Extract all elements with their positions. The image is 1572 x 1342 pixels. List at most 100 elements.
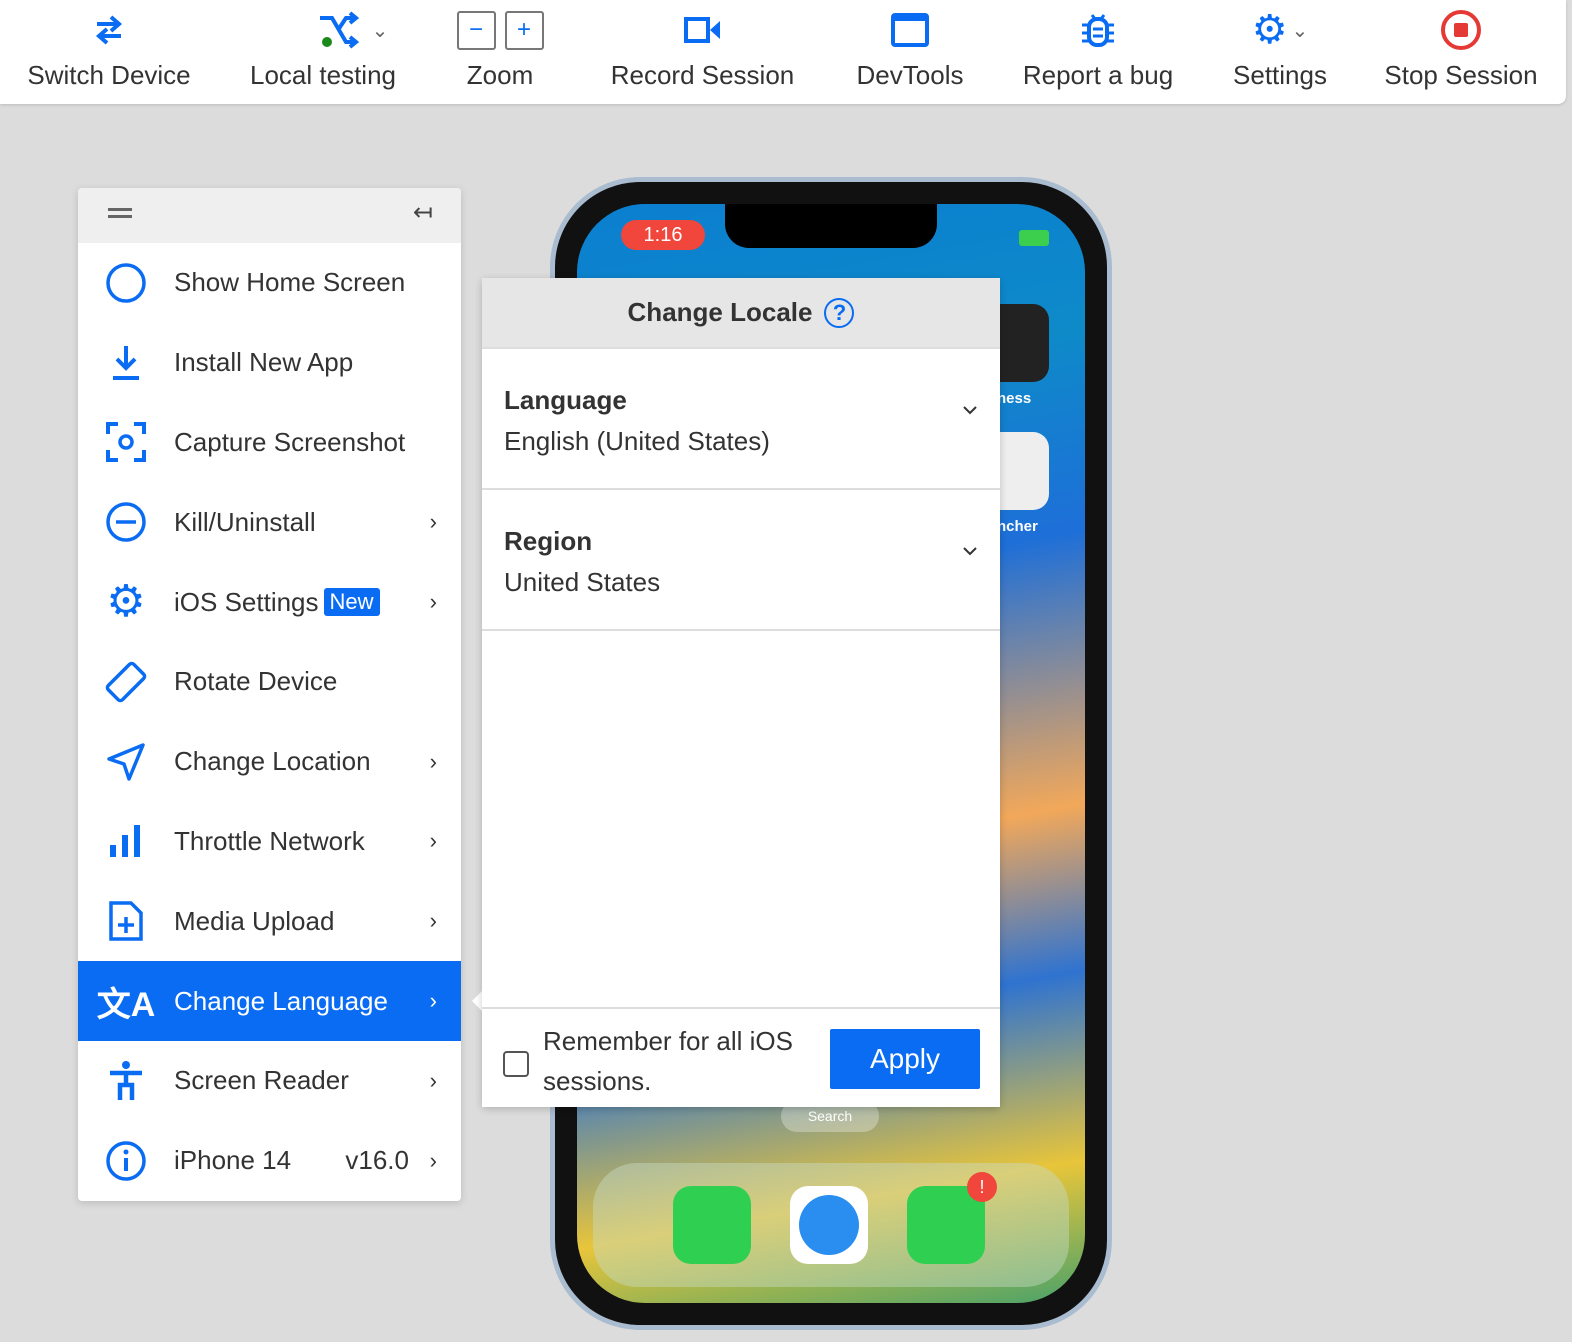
- chevron-right-icon: ›: [429, 1067, 437, 1093]
- dock: !: [593, 1163, 1069, 1287]
- menu-item-media-upload[interactable]: Media Upload ›: [78, 881, 461, 961]
- switch-arrows-icon: [95, 15, 123, 45]
- menu-item-label: Show Home Screen: [174, 267, 406, 298]
- minus-circle-icon: [78, 501, 174, 543]
- new-badge: New: [323, 588, 380, 617]
- menu-item-label: iOS Settings: [174, 586, 319, 617]
- report-bug-button[interactable]: Report a bug: [1015, 0, 1181, 104]
- apply-button[interactable]: Apply: [830, 1029, 980, 1089]
- launcher-app-icon[interactable]: [999, 432, 1049, 510]
- region-select[interactable]: Region United States: [482, 490, 1000, 631]
- menu-item-throttle-network[interactable]: Throttle Network ›: [78, 802, 461, 882]
- region-label: Region: [504, 526, 593, 556]
- menu-item-label: Media Upload: [174, 905, 335, 936]
- menu-item-show-home-screen[interactable]: Show Home Screen: [78, 243, 461, 323]
- menu-item-rotate-device[interactable]: Rotate Device: [78, 642, 461, 722]
- report-bug-label: Report a bug: [1022, 60, 1174, 90]
- menu-item-kill-uninstall[interactable]: Kill/Uninstall ›: [78, 482, 461, 562]
- settings-button[interactable]: ⚙ ⌄ Settings: [1225, 0, 1335, 104]
- chevron-right-icon: ›: [429, 1147, 437, 1173]
- record-session-button[interactable]: Record Session: [600, 0, 805, 104]
- chevron-right-icon: ›: [429, 589, 437, 615]
- menu-item-change-language[interactable]: 文A Change Language ›: [78, 961, 461, 1041]
- chevron-right-icon: ›: [429, 748, 437, 774]
- chevron-right-icon: ›: [429, 509, 437, 535]
- zoom-out-button[interactable]: −: [456, 10, 496, 50]
- devtools-button[interactable]: DevTools: [850, 0, 970, 104]
- notch: [725, 204, 937, 248]
- chevron-down-icon[interactable]: ⌄: [372, 18, 389, 43]
- menu-item-label: Capture Screenshot: [174, 426, 406, 457]
- chevron-down-icon: [963, 547, 977, 556]
- bug-icon: [1082, 14, 1114, 47]
- messages-app-icon[interactable]: !: [907, 1172, 997, 1264]
- devtools-label: DevTools: [856, 60, 964, 90]
- translate-icon: 文A: [96, 985, 156, 1024]
- circle-icon: [78, 262, 174, 304]
- language-label: Language: [504, 385, 627, 415]
- location-arrow-icon: [78, 742, 174, 782]
- zoom-label: Zoom: [466, 60, 534, 90]
- record-session-label: Record Session: [610, 60, 795, 90]
- menu-item-change-location[interactable]: Change Location ›: [78, 722, 461, 802]
- stop-session-button[interactable]: Stop Session: [1380, 0, 1542, 104]
- shuffle-icon: [319, 11, 359, 49]
- change-locale-popup: Change Locale ? Language English (United…: [482, 278, 1000, 1107]
- stop-session-label: Stop Session: [1384, 60, 1538, 90]
- switch-device-label: Switch Device: [27, 60, 191, 90]
- language-select[interactable]: Language English (United States): [482, 349, 1000, 490]
- hamburger-icon[interactable]: [108, 208, 132, 218]
- signal-bars-icon: [78, 823, 174, 859]
- menu-item-label: Screen Reader: [174, 1065, 349, 1096]
- menu-item-label: Throttle Network: [174, 825, 365, 856]
- rotate-icon: [78, 658, 174, 706]
- zoom-control: − + Zoom: [450, 0, 550, 104]
- info-icon: [78, 1140, 174, 1182]
- menu-item-label: Rotate Device: [174, 666, 338, 697]
- menu-item-label: Change Location: [174, 746, 371, 777]
- screenshot-icon: [78, 422, 174, 463]
- battery-icon: [1019, 230, 1049, 246]
- launcher-app-label: ncher: [997, 518, 1038, 535]
- remember-label: Remember for all iOS sessions.: [543, 1026, 793, 1096]
- switch-device-button[interactable]: Switch Device: [20, 0, 198, 104]
- menu-item-install-new-app[interactable]: Install New App: [78, 323, 461, 403]
- help-icon[interactable]: ?: [824, 297, 855, 328]
- menu-item-label: Kill/Uninstall: [174, 506, 316, 537]
- safari-app-icon[interactable]: [790, 1186, 868, 1264]
- settings-label: Settings: [1233, 60, 1327, 90]
- notification-badge: !: [967, 1172, 997, 1202]
- zoom-in-button[interactable]: +: [504, 10, 544, 50]
- chevron-right-icon: ›: [429, 828, 437, 854]
- gear-icon: ⚙: [1251, 8, 1288, 52]
- stop-icon: [1441, 10, 1481, 50]
- accessibility-icon: [78, 1060, 174, 1102]
- collapse-icon[interactable]: ↤: [413, 198, 433, 227]
- menu-item-iphone-14[interactable]: iPhone 14 v16.0 ›: [78, 1121, 461, 1201]
- fitness-app-icon[interactable]: [999, 304, 1049, 382]
- popup-title: Change Locale: [627, 297, 813, 327]
- chevron-right-icon: ›: [429, 988, 437, 1014]
- menu-item-capture-screenshot[interactable]: Capture Screenshot: [78, 403, 461, 483]
- search-label: Search: [807, 1108, 853, 1124]
- chevron-down-icon: [963, 406, 977, 415]
- status-time: 1:16: [621, 220, 705, 250]
- menu-item-screen-reader[interactable]: Screen Reader ›: [78, 1041, 461, 1121]
- menu-item-ios-settings[interactable]: ⚙ iOS Settings New ›: [78, 562, 461, 642]
- menu-item-label: Install New App: [174, 347, 354, 378]
- os-version: v16.0: [345, 1145, 409, 1176]
- chevron-down-icon[interactable]: ⌄: [1292, 18, 1309, 43]
- video-camera-icon: [683, 17, 720, 43]
- local-testing-label: Local testing: [250, 60, 396, 90]
- language-value: English (United States): [504, 426, 770, 456]
- toolbar: Switch Device ⌄ Local testing − + Zoom R…: [0, 0, 1566, 104]
- window-icon: [891, 13, 929, 47]
- region-value: United States: [504, 567, 661, 597]
- menu-item-label: Change Language: [174, 985, 388, 1016]
- phone-app-icon[interactable]: [673, 1186, 751, 1264]
- local-testing-button[interactable]: ⌄ Local testing: [240, 0, 406, 104]
- remember-checkbox[interactable]: [503, 1051, 529, 1077]
- fitness-app-label: ness: [997, 390, 1032, 407]
- gear-icon: ⚙: [106, 577, 146, 627]
- download-icon: [78, 344, 174, 382]
